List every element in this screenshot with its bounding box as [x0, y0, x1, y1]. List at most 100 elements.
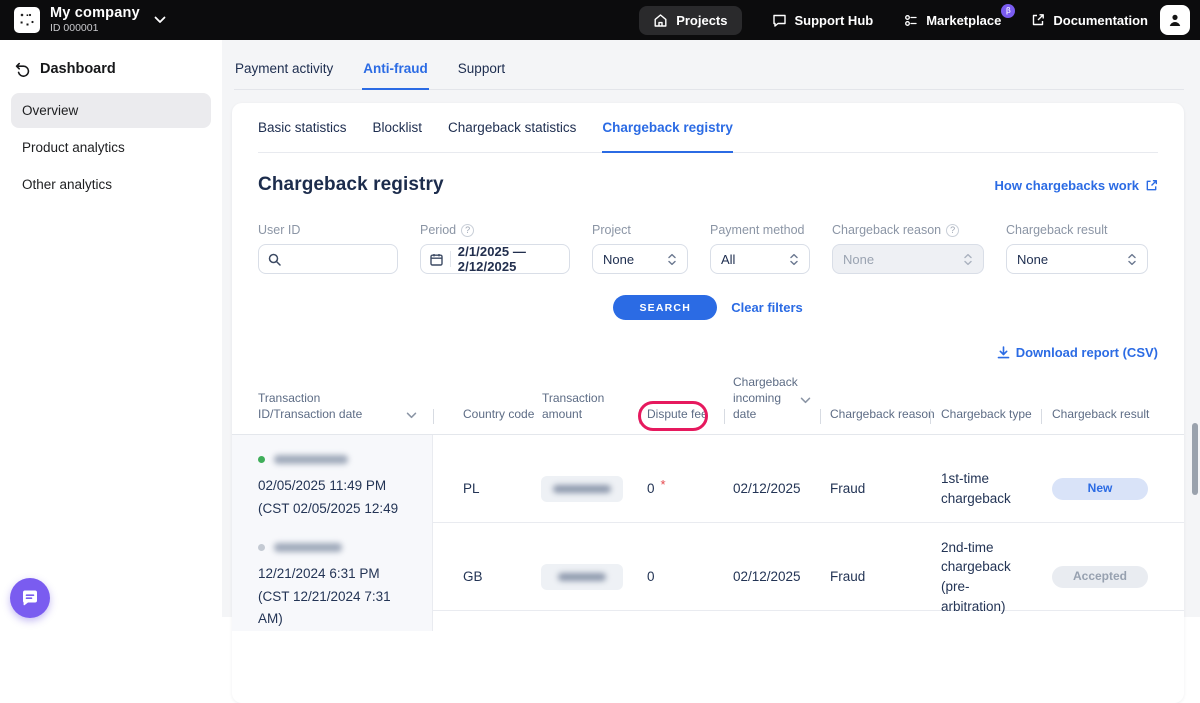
company-block: My company ID 000001: [50, 6, 140, 34]
nav-documentation-label: Documentation: [1053, 13, 1148, 28]
sidebar-item-other-analytics[interactable]: Other analytics: [11, 167, 211, 202]
period-input[interactable]: 2/1/2025 — 2/12/2025: [420, 244, 570, 274]
nav-documentation[interactable]: Documentation: [1031, 13, 1148, 28]
search-button[interactable]: SEARCH: [613, 295, 717, 320]
header-chargeback-type: Chargeback type: [930, 374, 1041, 434]
table-row[interactable]: 02/05/2025 11:49 PM (CST 02/05/2025 12:4…: [232, 435, 1184, 523]
chargeback-reason-select-value: None: [843, 252, 874, 267]
tab-payment-activity[interactable]: Payment activity: [234, 48, 334, 90]
transaction-date-cst: (CST 12/21/2024 7:31 AM): [258, 586, 418, 632]
user-id-label: User ID: [258, 223, 398, 237]
header-chargeback-incoming-date[interactable]: Chargeback incoming date: [724, 374, 820, 434]
clear-filters-link[interactable]: Clear filters: [731, 300, 803, 315]
chevron-updown-icon: [1127, 253, 1137, 266]
sort-chevron-icon[interactable]: [406, 412, 417, 419]
divider: [450, 251, 451, 267]
scrollbar-thumb[interactable]: [1192, 423, 1198, 495]
chargeback-result-select-value: None: [1017, 252, 1048, 267]
nav-projects[interactable]: Projects: [639, 6, 741, 35]
chat-widget-button[interactable]: [10, 578, 50, 618]
external-link-icon: [1031, 13, 1045, 27]
chevron-updown-icon: [789, 253, 799, 266]
header-dispute-fee: Dispute fee: [639, 374, 724, 434]
sidebar-item-overview[interactable]: Overview: [11, 93, 211, 128]
filter-user-id: User ID: [258, 223, 398, 274]
download-icon: [997, 346, 1010, 359]
chat-bubble-icon: [20, 588, 40, 608]
status-badge: Accepted: [1052, 566, 1148, 588]
how-chargebacks-work-link[interactable]: How chargebacks work: [995, 178, 1159, 193]
user-avatar[interactable]: [1160, 5, 1190, 35]
sidebar-title: Dashboard: [0, 40, 222, 77]
header-chargeback-result: Chargeback result: [1041, 374, 1184, 434]
sidebar-items: Overview Product analytics Other analyti…: [0, 93, 222, 202]
filters-bar: User ID Period ?: [258, 223, 1158, 274]
filter-chargeback-result: Chargeback result None: [1006, 223, 1148, 274]
topnav: Projects Support Hub Marketplace β: [639, 6, 1148, 35]
project-label: Project: [592, 223, 688, 237]
cell-chargeback-result: Accepted: [1041, 523, 1184, 632]
tab-chargeback-registry[interactable]: Chargeback registry: [602, 103, 733, 153]
help-icon[interactable]: ?: [946, 224, 959, 237]
table-row[interactable]: 12/21/2024 6:31 PM (CST 12/21/2024 7:31 …: [232, 523, 1184, 611]
search-icon: [268, 253, 281, 266]
help-link-label: How chargebacks work: [995, 178, 1140, 193]
payment-method-select[interactable]: All: [710, 244, 810, 274]
external-link-icon: [1145, 179, 1158, 192]
header-country-code: Country code: [433, 374, 541, 434]
download-report-link[interactable]: Download report (CSV): [997, 345, 1158, 360]
help-icon[interactable]: ?: [461, 224, 474, 237]
tab-anti-fraud[interactable]: Anti-fraud: [362, 48, 429, 90]
chat-icon: [772, 13, 787, 28]
sidebar-item-product-analytics[interactable]: Product analytics: [11, 130, 211, 165]
transaction-date: 02/05/2025 11:49 PM: [258, 475, 418, 498]
nav-marketplace-label: Marketplace: [926, 13, 1001, 28]
tab-support[interactable]: Support: [457, 48, 506, 90]
company-logo-icon[interactable]: [14, 7, 40, 33]
period-label: Period: [420, 223, 456, 237]
cell-chargeback-reason: Fraud: [820, 523, 930, 632]
header-transaction-id[interactable]: Transaction ID/Transaction date: [232, 374, 433, 434]
cell-dispute-fee: 0: [639, 523, 724, 632]
cell-transaction-amount: [541, 523, 639, 632]
header-transaction-amount: Transaction amount: [541, 374, 639, 434]
period-value: 2/1/2025 — 2/12/2025: [458, 244, 560, 274]
transaction-date: 12/21/2024 6:31 PM: [258, 563, 418, 586]
page-title: Chargeback registry: [258, 174, 444, 196]
chevron-updown-icon: [963, 253, 973, 266]
chargeback-reason-select: None: [832, 244, 984, 274]
nav-projects-label: Projects: [676, 13, 727, 28]
filter-period: Period ? 2/1/2025 — 2/12/2025: [420, 223, 570, 274]
marketplace-badge: β: [1001, 4, 1015, 18]
topbar: My company ID 000001 Projects Support Hu…: [0, 0, 1200, 40]
sidebar-title-label: Dashboard: [40, 61, 116, 77]
status-badge: New: [1052, 478, 1148, 500]
payment-method-label: Payment method: [710, 223, 810, 237]
status-dot-green: [258, 456, 265, 463]
sidebar: Dashboard Overview Product analytics Oth…: [0, 40, 222, 617]
redacted-transaction-id: [274, 543, 342, 552]
nav-marketplace[interactable]: Marketplace β: [903, 13, 1001, 28]
status-dot-gray: [258, 544, 265, 551]
sort-chevron-icon[interactable]: [800, 397, 811, 404]
user-id-input[interactable]: [258, 244, 398, 274]
redacted-amount: [558, 573, 606, 581]
chargeback-result-label: Chargeback result: [1006, 223, 1148, 237]
dispute-fee-asterisk: *: [661, 476, 666, 495]
tab-basic-statistics[interactable]: Basic statistics: [258, 103, 347, 153]
redacted-transaction-id: [274, 455, 348, 464]
tab-chargeback-statistics[interactable]: Chargeback statistics: [448, 103, 576, 153]
chevron-updown-icon: [667, 253, 677, 266]
nav-support-hub-label: Support Hub: [795, 13, 874, 28]
nav-support-hub[interactable]: Support Hub: [772, 13, 874, 28]
sliders-icon: [903, 13, 918, 28]
tab-blocklist[interactable]: Blocklist: [373, 103, 423, 153]
project-select-value: None: [603, 252, 634, 267]
company-switcher-chevron-icon[interactable]: [154, 16, 166, 24]
chargeback-result-select[interactable]: None: [1006, 244, 1148, 274]
filter-payment-method: Payment method All: [710, 223, 810, 274]
redacted-amount: [553, 485, 611, 493]
back-arrow-icon[interactable]: [15, 62, 31, 77]
project-select[interactable]: None: [592, 244, 688, 274]
chargeback-table: Transaction ID/Transaction date Country …: [232, 374, 1184, 611]
